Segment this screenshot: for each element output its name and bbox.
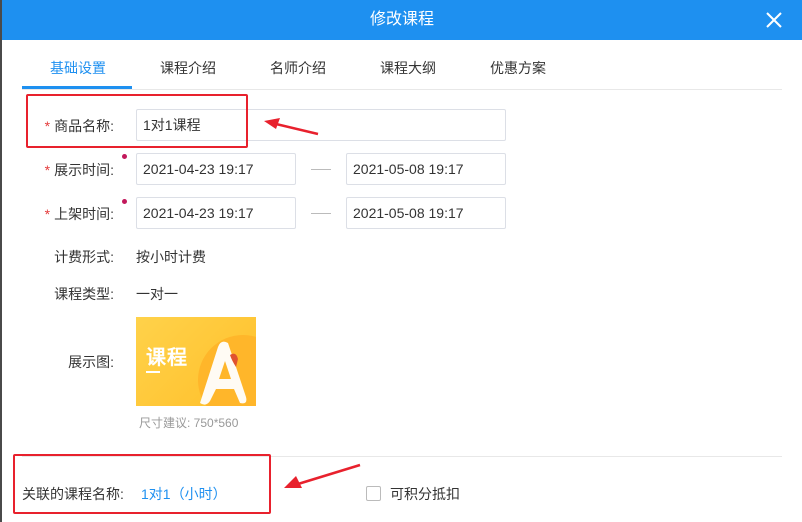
close-icon[interactable] [764, 10, 784, 30]
points-deduction-checkbox[interactable] [366, 486, 381, 501]
display-image-label: 展示图: [68, 354, 114, 370]
display-time-start-input[interactable]: 2021-04-23 19:17 [136, 153, 296, 185]
required-mark: * [44, 206, 51, 222]
related-course-link[interactable]: 1对1（小时） [141, 484, 227, 504]
indicator-dot [122, 199, 127, 204]
listing-time-start-input[interactable]: 2021-04-23 19:17 [136, 197, 296, 229]
required-mark: * [44, 162, 51, 178]
tab-course-outline[interactable]: 课程大纲 [376, 50, 440, 88]
product-name-label: * 商品名称: [44, 118, 114, 134]
dialog-header: 修改课程 [2, 0, 802, 40]
thumbnail-underline [146, 371, 160, 373]
tab-discount-plan[interactable]: 优惠方案 [486, 50, 550, 88]
thumbnail-text: 课程 [146, 347, 188, 369]
course-type-label: 课程类型: [54, 286, 114, 302]
range-separator [311, 213, 331, 214]
listing-time-label: * 上架时间: [44, 206, 114, 222]
tab-basic-settings[interactable]: 基础设置 [46, 50, 110, 88]
annotation-arrow-icon [284, 463, 361, 488]
related-course-label: 关联的课程名称: [22, 486, 124, 502]
background-strip [0, 0, 2, 522]
billing-value: 按小时计费 [136, 249, 206, 265]
required-mark: * [44, 118, 51, 134]
indicator-dot [122, 154, 127, 159]
course-thumbnail[interactable]: 课程 [136, 317, 256, 406]
display-time-end-input[interactable]: 2021-05-08 19:17 [346, 153, 506, 185]
section-divider [22, 456, 782, 457]
letter-a-icon [200, 341, 247, 405]
points-deduction-label[interactable]: 可积分抵扣 [390, 484, 460, 504]
tab-course-intro[interactable]: 课程介绍 [156, 50, 220, 88]
range-separator [311, 169, 331, 170]
billing-label: 计费形式: [54, 249, 114, 265]
tab-teacher-intro[interactable]: 名师介绍 [266, 50, 330, 88]
dialog-title: 修改课程 [369, 11, 434, 28]
product-name-input[interactable]: 1对1课程 [136, 109, 506, 141]
listing-time-end-input[interactable]: 2021-05-08 19:17 [346, 197, 506, 229]
display-time-label: * 展示时间: [44, 162, 114, 178]
image-size-hint: 尺寸建议: 750*560 [139, 416, 239, 430]
course-type-value: 一对一 [136, 286, 178, 302]
tab-divider [22, 89, 782, 90]
